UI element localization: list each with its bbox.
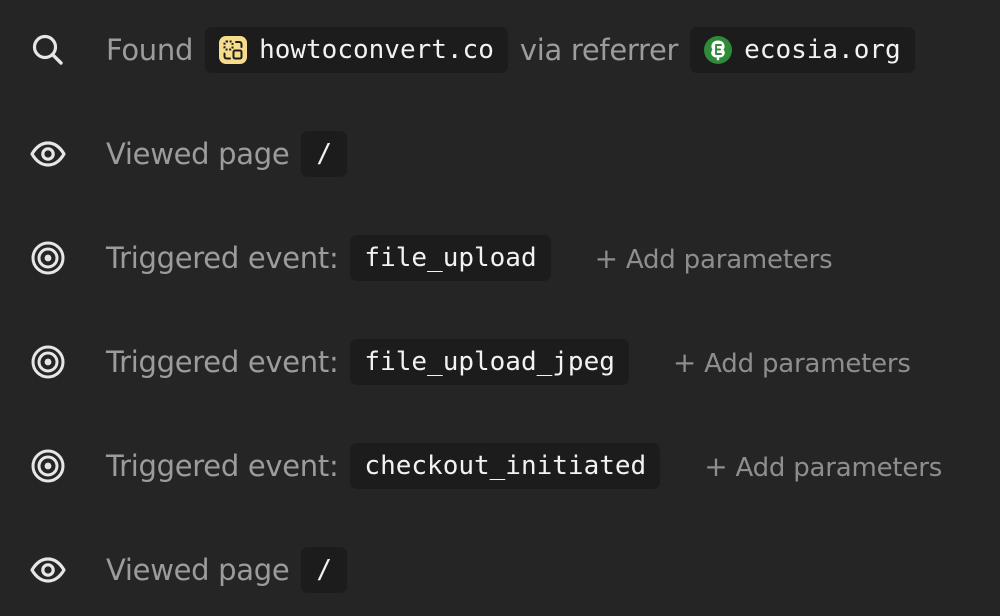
- search-icon: [29, 32, 67, 68]
- add-parameters-label: Add parameters: [625, 244, 833, 275]
- plus-icon: +: [704, 449, 728, 483]
- site-chip[interactable]: howtoconvert.co: [205, 27, 508, 73]
- add-parameters-label: Add parameters: [704, 348, 911, 379]
- event-label: Viewed page: [106, 137, 290, 171]
- visitor-timeline: Found howtoconvert.co via referrer ecosi…: [0, 0, 1000, 616]
- eye-icon: [29, 552, 67, 588]
- target-icon: [29, 240, 67, 276]
- event-label: Triggered event:: [106, 345, 339, 379]
- page-path-chip[interactable]: /: [301, 131, 348, 177]
- add-parameters-button[interactable]: + Add parameters: [704, 450, 942, 483]
- event-label: Triggered event:: [106, 449, 339, 483]
- target-icon: [29, 448, 67, 484]
- target-icon: [29, 344, 67, 380]
- event-label: Triggered event:: [106, 241, 339, 275]
- event-name-chip[interactable]: file_upload_jpeg: [350, 339, 629, 385]
- event-name-chip[interactable]: checkout_initiated: [350, 443, 661, 489]
- plus-icon: +: [594, 241, 618, 275]
- howtoconvert-favicon-icon: [219, 36, 248, 64]
- eye-icon: [29, 136, 67, 172]
- via-referrer-label: via referrer: [519, 33, 679, 67]
- referrer-chip[interactable]: ecosia.org: [690, 27, 915, 73]
- referrer-domain: ecosia.org: [744, 35, 901, 65]
- event-name-chip[interactable]: file_upload: [350, 235, 551, 281]
- plus-icon: +: [672, 345, 697, 379]
- page-path-chip[interactable]: /: [301, 547, 348, 593]
- add-parameters-label: Add parameters: [735, 452, 943, 483]
- add-parameters-button[interactable]: + Add parameters: [595, 242, 833, 275]
- event-label: Found: [106, 33, 194, 67]
- ecosia-favicon-icon: [704, 36, 733, 64]
- site-domain: howtoconvert.co: [259, 35, 494, 65]
- event-label: Viewed page: [106, 553, 290, 587]
- add-parameters-button[interactable]: + Add parameters: [673, 346, 911, 379]
